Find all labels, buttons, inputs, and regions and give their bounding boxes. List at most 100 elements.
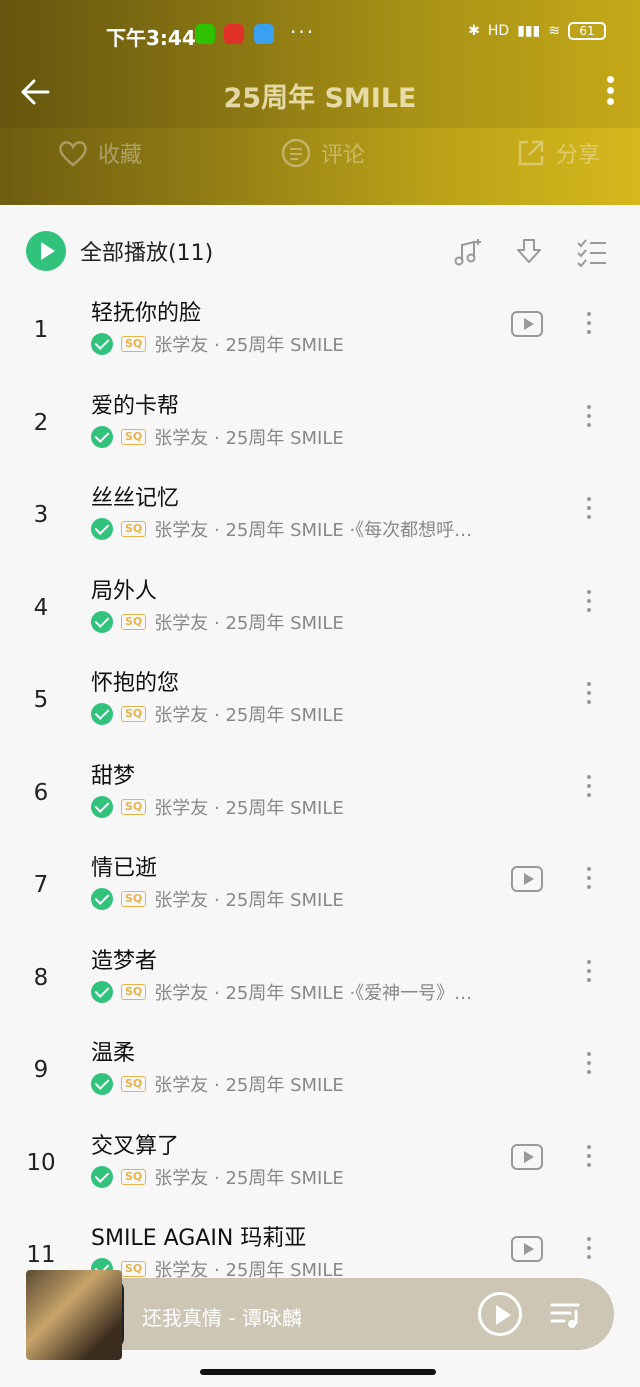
song-number: 11 xyxy=(26,1242,56,1268)
favorite-button[interactable]: 收藏 xyxy=(56,136,142,170)
song-artist-album: 张学友 · 25周年 SMILE xyxy=(154,1075,344,1096)
album-actions: 收藏 评论 分享 xyxy=(0,130,640,174)
mini-player[interactable]: 还我真情 - 谭咏麟 xyxy=(26,1270,614,1360)
sq-badge: SQ xyxy=(121,428,147,445)
playlist-icon[interactable] xyxy=(550,1300,584,1330)
downloaded-check-icon xyxy=(91,333,113,355)
sq-badge: SQ xyxy=(121,336,147,352)
battery-icon: 61 xyxy=(568,22,606,40)
home-indicator[interactable] xyxy=(200,1369,436,1375)
wechat-icon xyxy=(195,24,215,44)
song-more-icon[interactable] xyxy=(584,957,594,989)
song-row[interactable]: 1 轻抚你的脸 SQ 张学友 · 25周年 SMILE xyxy=(0,291,640,383)
song-more-icon[interactable] xyxy=(584,1049,594,1081)
downloaded-check-icon xyxy=(91,518,113,540)
mv-play-icon[interactable] xyxy=(511,1236,543,1262)
song-row[interactable]: 5 怀抱的您 SQ 张学友 · 25周年 SMILE xyxy=(0,661,640,753)
download-icon[interactable] xyxy=(512,235,546,269)
downloaded-check-icon xyxy=(91,1073,113,1095)
song-row[interactable]: 2 爱的卡帮 SQ 张学友 · 25周年 SMILE xyxy=(0,384,640,476)
more-notifications-icon: ··· xyxy=(290,20,316,44)
mv-play-icon[interactable] xyxy=(511,311,543,337)
song-list-panel: 全部播放(11) 1 轻抚你的脸 SQ 张学友 · 25周年 SMILE 2 爱的卡帮 SQ… xyxy=(0,205,640,1387)
song-more-icon[interactable] xyxy=(584,309,594,341)
song-row[interactable]: 8 造梦者 SQ 张学友 · 25周年 SMILE ·《爱神一号》… xyxy=(0,939,640,1031)
song-more-icon[interactable] xyxy=(584,494,594,526)
song-more-icon[interactable] xyxy=(584,587,594,619)
song-more-icon[interactable] xyxy=(584,1142,594,1174)
comment-button[interactable]: 评论 xyxy=(279,136,365,170)
song-artist-album: 张学友 · 25周年 SMILE xyxy=(154,612,344,634)
song-number: 1 xyxy=(33,317,49,343)
sq-badge: SQ xyxy=(121,1076,147,1092)
sq-badge: SQ xyxy=(121,891,147,907)
multi-select-icon[interactable] xyxy=(575,235,609,269)
bluetooth-icon: ✱ xyxy=(468,23,480,39)
song-title: 甜梦 xyxy=(91,763,136,789)
list-toolbar: 全部播放(11) xyxy=(0,227,640,277)
sq-badge: SQ xyxy=(121,613,147,630)
song-number: 9 xyxy=(33,1057,49,1083)
song-number: 6 xyxy=(33,779,49,806)
song-number: 8 xyxy=(33,964,49,991)
song-row[interactable]: 9 温柔 SQ 张学友 · 25周年 SMILE xyxy=(0,1031,640,1123)
app-notification-icon xyxy=(224,24,244,44)
heart-icon xyxy=(59,141,87,167)
cloud-icon xyxy=(254,24,274,44)
share-icon xyxy=(518,140,544,166)
song-number: 5 xyxy=(33,687,49,713)
song-more-icon[interactable] xyxy=(584,402,594,434)
song-meta: SQ 张学友 · 25周年 SMILE ·《每次都想呼… xyxy=(91,516,472,542)
song-meta: SQ 张学友 · 25周年 SMILE xyxy=(91,609,344,635)
song-row[interactable]: 6 甜梦 SQ 张学友 · 25周年 SMILE xyxy=(0,754,640,846)
status-bar: 下午3:44 ··· ✱ HD ▮▮▮ ≋ 61 xyxy=(0,20,640,50)
now-playing-title[interactable]: 还我真情 - 谭咏麟 xyxy=(142,1302,302,1331)
song-meta: SQ 张学友 · 25周年 SMILE xyxy=(91,794,344,820)
song-title: 怀抱的您 xyxy=(91,671,180,696)
song-artist-album: 张学友 · 25周年 SMILE ·《每次都想呼… xyxy=(154,520,473,541)
song-title: 爱的卡帮 xyxy=(91,393,180,419)
play-button[interactable] xyxy=(478,1292,522,1336)
song-row[interactable]: 4 局外人 SQ 张学友 · 25周年 SMILE xyxy=(0,569,640,661)
sq-badge: SQ xyxy=(121,983,147,1000)
signal-icon: HD xyxy=(487,23,510,39)
song-meta: SQ 张学友 · 25周年 SMILE xyxy=(91,886,344,912)
song-meta: SQ 张学友 · 25周年 SMILE xyxy=(91,701,344,727)
downloaded-check-icon xyxy=(91,980,113,1003)
song-number: 3 xyxy=(33,502,49,528)
share-button[interactable]: 分享 xyxy=(514,136,600,170)
nav-bar: 25周年 SMILE xyxy=(0,60,640,124)
song-more-icon[interactable] xyxy=(584,772,594,804)
more-menu-icon[interactable] xyxy=(604,74,616,110)
song-number: 7 xyxy=(33,872,49,898)
sq-badge: SQ xyxy=(121,1261,147,1277)
song-more-icon[interactable] xyxy=(584,1234,594,1266)
share-label: 分享 xyxy=(556,143,601,168)
play-all-button[interactable]: 全部播放(11) xyxy=(80,235,213,267)
song-row[interactable]: 7 情已逝 SQ 张学友 · 25周年 SMILE xyxy=(0,846,640,938)
sq-badge: SQ xyxy=(121,521,147,537)
song-artist-album: 张学友 · 25周年 SMILE xyxy=(154,890,344,911)
comment-label: 评论 xyxy=(321,143,366,168)
downloaded-check-icon xyxy=(91,610,113,633)
downloaded-check-icon xyxy=(91,1165,113,1188)
song-row[interactable]: 3 丝丝记忆 SQ 张学友 · 25周年 SMILE ·《每次都想呼… xyxy=(0,476,640,568)
song-more-icon[interactable] xyxy=(584,679,594,711)
song-title: 造梦者 xyxy=(91,948,158,974)
song-title: 交叉算了 xyxy=(91,1133,180,1159)
mv-play-icon[interactable] xyxy=(511,1143,543,1170)
downloaded-check-icon xyxy=(91,703,113,725)
favorite-label: 收藏 xyxy=(98,143,143,168)
add-to-playlist-icon[interactable] xyxy=(450,235,484,269)
song-more-icon[interactable] xyxy=(584,864,594,896)
song-artist-album: 张学友 · 25周年 SMILE xyxy=(154,1167,344,1189)
song-title: SMILE AGAIN 玛莉亚 xyxy=(91,1226,307,1251)
song-meta: SQ 张学友 · 25周年 SMILE xyxy=(91,331,344,357)
play-all-icon[interactable] xyxy=(26,231,66,271)
song-meta: SQ 张学友 · 25周年 SMILE xyxy=(91,424,344,450)
song-number: 4 xyxy=(33,594,49,621)
song-title: 情已逝 xyxy=(91,856,158,881)
song-row[interactable]: 10 交叉算了 SQ 张学友 · 25周年 SMILE xyxy=(0,1124,640,1216)
mv-play-icon[interactable] xyxy=(511,866,543,892)
album-cover[interactable] xyxy=(26,1270,122,1360)
